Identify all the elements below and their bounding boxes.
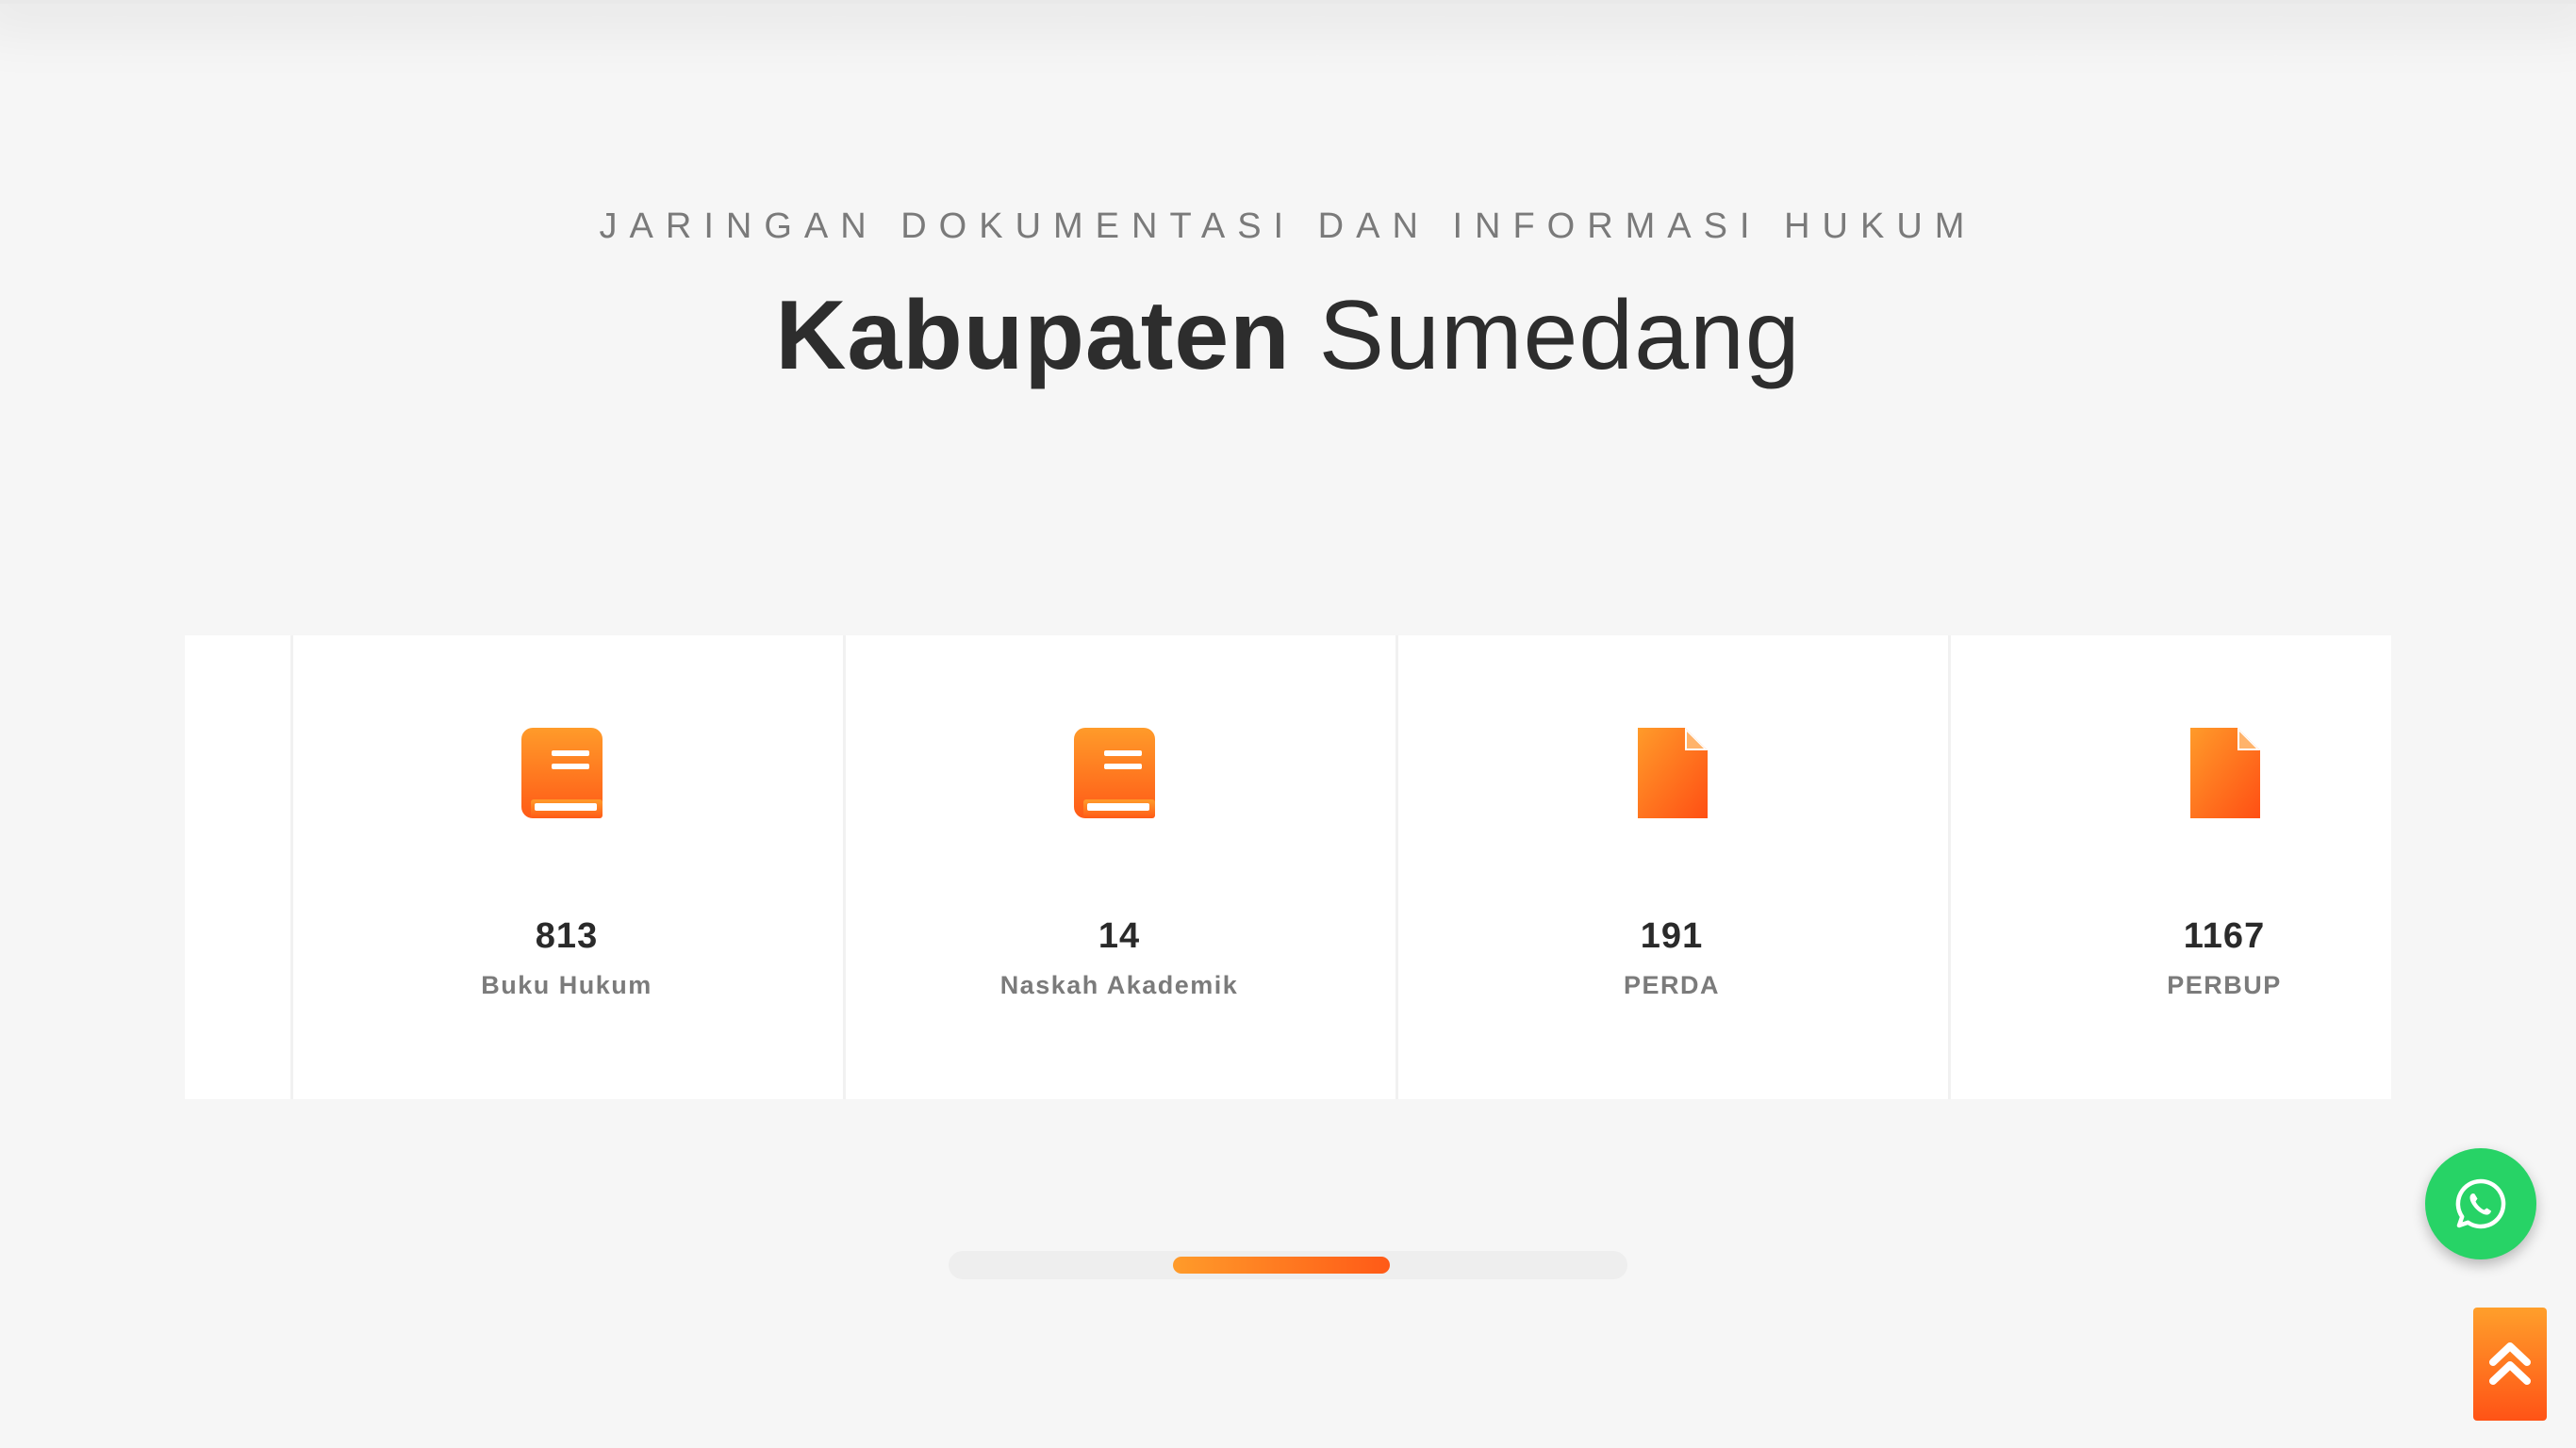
whatsapp-icon [2455,1178,2506,1229]
title-bold: Kabupaten [775,281,1291,390]
stats-carousel[interactable]: 813 Buku Hukum 14 Naskah Akademik 191 PE… [185,635,2391,1099]
stat-card-perbup[interactable]: 1167 PERBUP [1948,635,2391,1099]
header-shadow [0,0,2576,4]
stat-card-naskah-akademik[interactable]: 14 Naskah Akademik [843,635,1393,1099]
stat-value: 813 [535,916,599,956]
stat-value: 1167 [2183,916,2266,956]
back-to-top-button[interactable] [2473,1308,2547,1421]
page-title: Kabupaten Sumedang [0,277,2576,394]
carousel-scrollbar-thumb[interactable] [1173,1257,1390,1274]
stat-label: PERBUP [2167,971,2282,999]
stat-label: Naskah Akademik [999,971,1239,999]
title-light: Sumedang [1318,281,1801,390]
stat-value: 14 [1098,916,1141,956]
stat-label: Buku Hukum [481,971,652,999]
carousel-scrollbar[interactable] [949,1251,1627,1279]
double-chevron-up-icon [2489,1342,2531,1385]
stat-card-perda[interactable]: 191 PERDA [1395,635,1945,1099]
stat-label: PERDA [1623,971,1720,999]
whatsapp-button[interactable] [2425,1148,2536,1259]
book-icon [1074,728,1155,818]
document-icon [2190,728,2260,818]
stat-card-buku-hukum[interactable]: 813 Buku Hukum [290,635,840,1099]
page-subtitle: JARINGAN DOKUMENTASI DAN INFORMASI HUKUM [599,206,1977,246]
stat-value: 191 [1640,916,1704,956]
book-icon [521,728,603,818]
document-icon [1638,728,1708,818]
